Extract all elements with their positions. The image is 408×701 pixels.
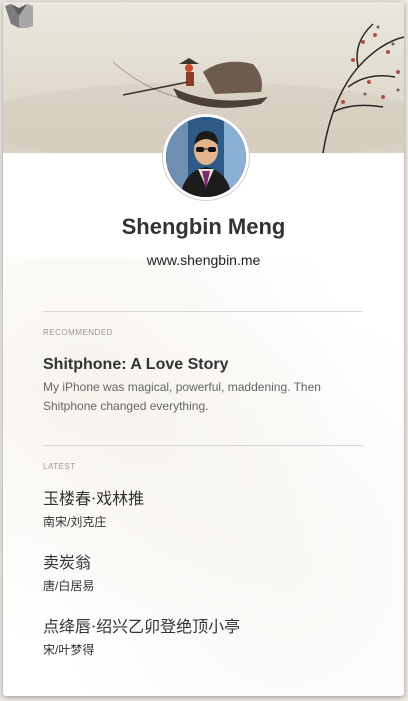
post-subtitle: 南宋/刘克庄 (43, 515, 107, 529)
divider (43, 311, 363, 312)
medium-logo-icon[interactable] (3, 2, 35, 30)
divider (43, 445, 363, 446)
profile-name[interactable]: Shengbin Meng (3, 214, 404, 240)
latest-post-item[interactable]: 卖炭翁 唐/白居易 (43, 552, 363, 594)
recommended-post-title[interactable]: Shitphone: A Love Story (43, 356, 228, 374)
post-title[interactable]: 卖炭翁 (43, 552, 363, 574)
latest-post-item[interactable]: 玉楼春·戏林推 南宋/刘克庄 (43, 488, 363, 530)
profile-website[interactable]: www.shengbin.me (3, 252, 404, 268)
post-subtitle: 宋/叶梦得 (43, 643, 95, 657)
recommended-post-description[interactable]: My iPhone was magical, powerful, maddeni… (43, 378, 343, 416)
recommended-label: RECOMMENDED (43, 328, 113, 337)
profile-card: Shengbin Meng www.shengbin.me RECOMMENDE… (3, 2, 404, 696)
latest-post-item[interactable]: 点绛唇·绍兴乙卯登绝顶小亭 宋/叶梦得 (43, 616, 363, 658)
post-title[interactable]: 玉楼春·戏林推 (43, 488, 363, 510)
profile-photo (166, 117, 246, 197)
avatar[interactable] (163, 114, 249, 200)
post-subtitle: 唐/白居易 (43, 579, 95, 593)
latest-label: LATEST (43, 462, 76, 471)
post-title[interactable]: 点绛唇·绍兴乙卯登绝顶小亭 (43, 616, 363, 638)
